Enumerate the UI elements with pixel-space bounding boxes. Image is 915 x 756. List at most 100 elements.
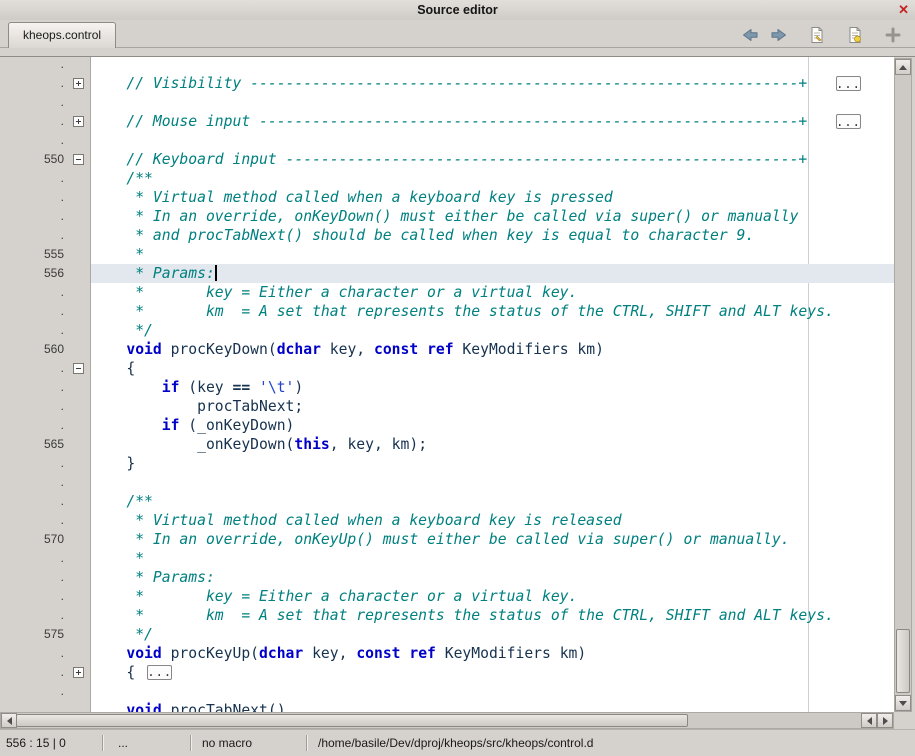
fold-margin[interactable] [68,682,91,701]
fold-margin[interactable] [68,625,91,644]
fold-margin[interactable] [68,511,91,530]
document-button-2[interactable] [843,24,867,46]
fold-margin[interactable] [68,454,91,473]
close-icon[interactable]: ✕ [898,2,909,18]
fold-margin[interactable] [68,378,91,397]
line-number[interactable]: . [0,568,68,587]
fold-margin[interactable] [68,340,91,359]
line-number[interactable]: . [0,644,68,663]
code-text[interactable] [91,57,894,74]
code-text[interactable]: * Virtual method called when a keyboard … [91,188,894,207]
code-line[interactable]: 570 * In an override, onKeyUp() must eit… [0,530,894,549]
fold-margin[interactable] [68,359,91,378]
code-line[interactable]: . if (key == '\t') [0,378,894,397]
code-text[interactable]: } [91,454,894,473]
code-line[interactable]: . procTabNext; [0,397,894,416]
fold-margin[interactable] [68,663,91,682]
fold-margin[interactable] [68,587,91,606]
code-text[interactable]: * [91,549,894,568]
fold-margin[interactable] [68,644,91,663]
code-text[interactable] [91,682,894,701]
fold-margin[interactable] [68,131,91,150]
line-number[interactable]: . [0,701,68,712]
line-number[interactable]: . [0,492,68,511]
vertical-scrollbar[interactable] [894,58,912,712]
code-text[interactable]: if (_onKeyDown) [91,416,894,435]
code-line[interactable]: . void procTabNext() [0,701,894,712]
horizontal-scrollbar[interactable] [0,712,894,729]
line-number[interactable]: . [0,359,68,378]
fold-margin[interactable] [68,207,91,226]
line-number[interactable]: . [0,283,68,302]
fold-margin[interactable] [68,302,91,321]
line-number[interactable]: . [0,93,68,112]
code-text[interactable]: * km = A set that represents the status … [91,606,894,625]
code-text[interactable] [91,131,894,150]
fold-margin[interactable] [68,169,91,188]
line-number[interactable]: . [0,511,68,530]
scroll-down-button[interactable] [895,695,911,711]
code-line[interactable]: . [0,131,894,150]
fold-minus-icon[interactable] [73,363,84,374]
line-number[interactable]: . [0,188,68,207]
scroll-left-button-2[interactable] [861,713,877,728]
fold-margin[interactable] [68,473,91,492]
line-number[interactable]: . [0,473,68,492]
document-button-1[interactable] [805,24,829,46]
line-number[interactable]: . [0,302,68,321]
fold-margin[interactable] [68,112,91,131]
fold-plus-icon[interactable] [73,667,84,678]
line-number[interactable]: . [0,606,68,625]
code-line[interactable]: . {... [0,663,894,682]
code-text[interactable]: {... [91,663,894,682]
code-line[interactable]: . * key = Either a character or a virtua… [0,587,894,606]
jump-forward-button[interactable] [767,24,791,46]
fold-margin[interactable] [68,397,91,416]
code-line[interactable]: . * key = Either a character or a virtua… [0,283,894,302]
fold-margin[interactable] [68,57,91,74]
code-text[interactable]: * In an override, onKeyDown() must eithe… [91,207,894,226]
code-text[interactable]: * key = Either a character or a virtual … [91,587,894,606]
code-line[interactable]: . * km = A set that represents the statu… [0,302,894,321]
code-text[interactable] [91,473,894,492]
line-number[interactable]: . [0,57,68,74]
code-area[interactable]: .. // Visibility -----------------------… [0,57,894,712]
code-line[interactable]: . * Virtual method called when a keyboar… [0,511,894,530]
vertical-scroll-thumb[interactable] [896,629,910,693]
code-line[interactable]: . /** [0,492,894,511]
line-number[interactable]: 556 [0,264,68,283]
fold-margin[interactable] [68,74,91,93]
line-number[interactable]: . [0,321,68,340]
fold-margin[interactable] [68,321,91,340]
code-line[interactable]: . /** [0,169,894,188]
fold-margin[interactable] [68,188,91,207]
line-number[interactable]: 560 [0,340,68,359]
code-line[interactable]: . [0,682,894,701]
jump-back-button[interactable] [737,24,761,46]
code-line[interactable]: . * [0,549,894,568]
code-text[interactable]: * km = A set that represents the status … [91,302,894,321]
line-number[interactable]: . [0,397,68,416]
line-number[interactable]: . [0,587,68,606]
code-line[interactable]: . * Params: [0,568,894,587]
line-number[interactable]: 570 [0,530,68,549]
code-line[interactable]: . * Virtual method called when a keyboar… [0,188,894,207]
scroll-right-button[interactable] [877,713,893,728]
fold-minus-icon[interactable] [73,154,84,165]
fold-margin[interactable] [68,150,91,169]
line-number[interactable]: 565 [0,435,68,454]
code-text[interactable]: */ [91,321,894,340]
fold-margin[interactable] [68,568,91,587]
fold-margin[interactable] [68,264,91,283]
code-line[interactable]: . { [0,359,894,378]
code-text[interactable]: // Keyboard input ----------------------… [91,150,894,169]
code-text[interactable]: */ [91,625,894,644]
code-text[interactable]: * Params: [91,568,894,587]
fold-margin[interactable] [68,93,91,112]
fold-margin[interactable] [68,701,91,712]
fold-ellipsis[interactable]: ... [147,665,172,680]
code-line[interactable]: 565 _onKeyDown(this, key, km); [0,435,894,454]
fold-margin[interactable] [68,530,91,549]
code-text[interactable]: /** [91,169,894,188]
code-line[interactable]: 556 * Params: [0,264,894,283]
